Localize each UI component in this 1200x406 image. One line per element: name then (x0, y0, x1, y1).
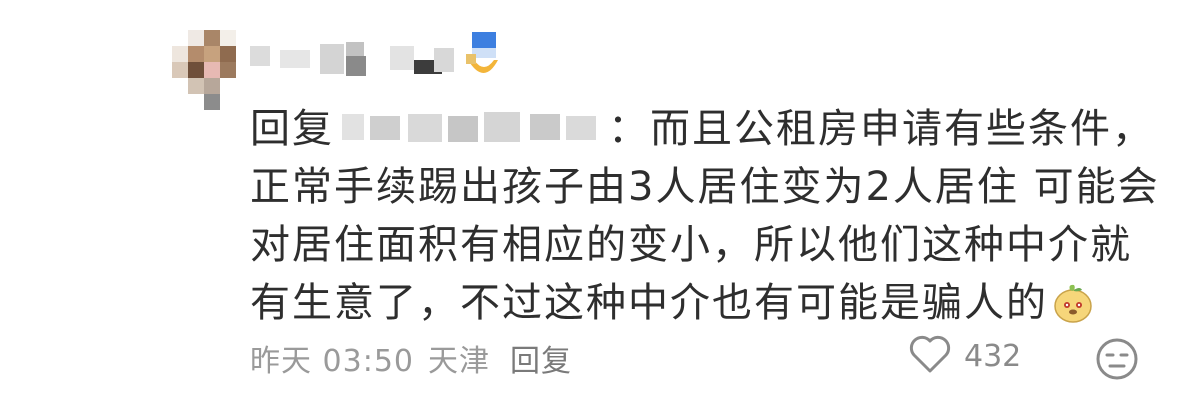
comment-time: 昨天 03:50 (250, 344, 414, 379)
comment-line-3: 对居住面积有相应的变小，所以他们这种中介就 (250, 222, 1132, 268)
comment-meta: 昨天 03:50 天津 回复 (250, 336, 572, 380)
comment-text-line-1: 而且公租房申请有些条件， (650, 106, 1154, 152)
comment-location: 天津 (428, 344, 490, 379)
like-count: 432 (964, 338, 1022, 374)
comment-text: 回复 ：而且公租房申请有些条件， 正常手续踢出孩子由3人居住变为2人居住 可能会… (250, 100, 1170, 332)
heart-outline-icon (908, 334, 952, 378)
blue-badge-icon (464, 30, 502, 82)
comment-item: 回复 ：而且公租房申请有些条件， 正常手续踢出孩子由3人居住变为2人居住 可能会… (0, 0, 1200, 406)
reply-target-mention[interactable] (334, 106, 604, 148)
reply-button[interactable]: 回复 (510, 336, 572, 380)
meh-face-icon[interactable] (1094, 336, 1140, 382)
like-button[interactable]: 432 (908, 334, 1021, 378)
reply-colon: ： (608, 106, 650, 152)
doge-peach-emoji-icon (1052, 282, 1094, 324)
comment-line-2: 正常手续踢出孩子由3人居住变为2人居住 可能会 (250, 164, 1160, 210)
comment-text-line-4: 有生意了，不过这种中介也有可能是骗人的 (250, 280, 1048, 326)
reply-prefix: 回复 (250, 106, 334, 152)
avatar[interactable] (172, 30, 236, 112)
comment-line-4: 有生意了，不过这种中介也有可能是骗人的 (250, 274, 1170, 332)
comment-line-1: 回复 ：而且公租房申请有些条件， (250, 100, 1170, 158)
